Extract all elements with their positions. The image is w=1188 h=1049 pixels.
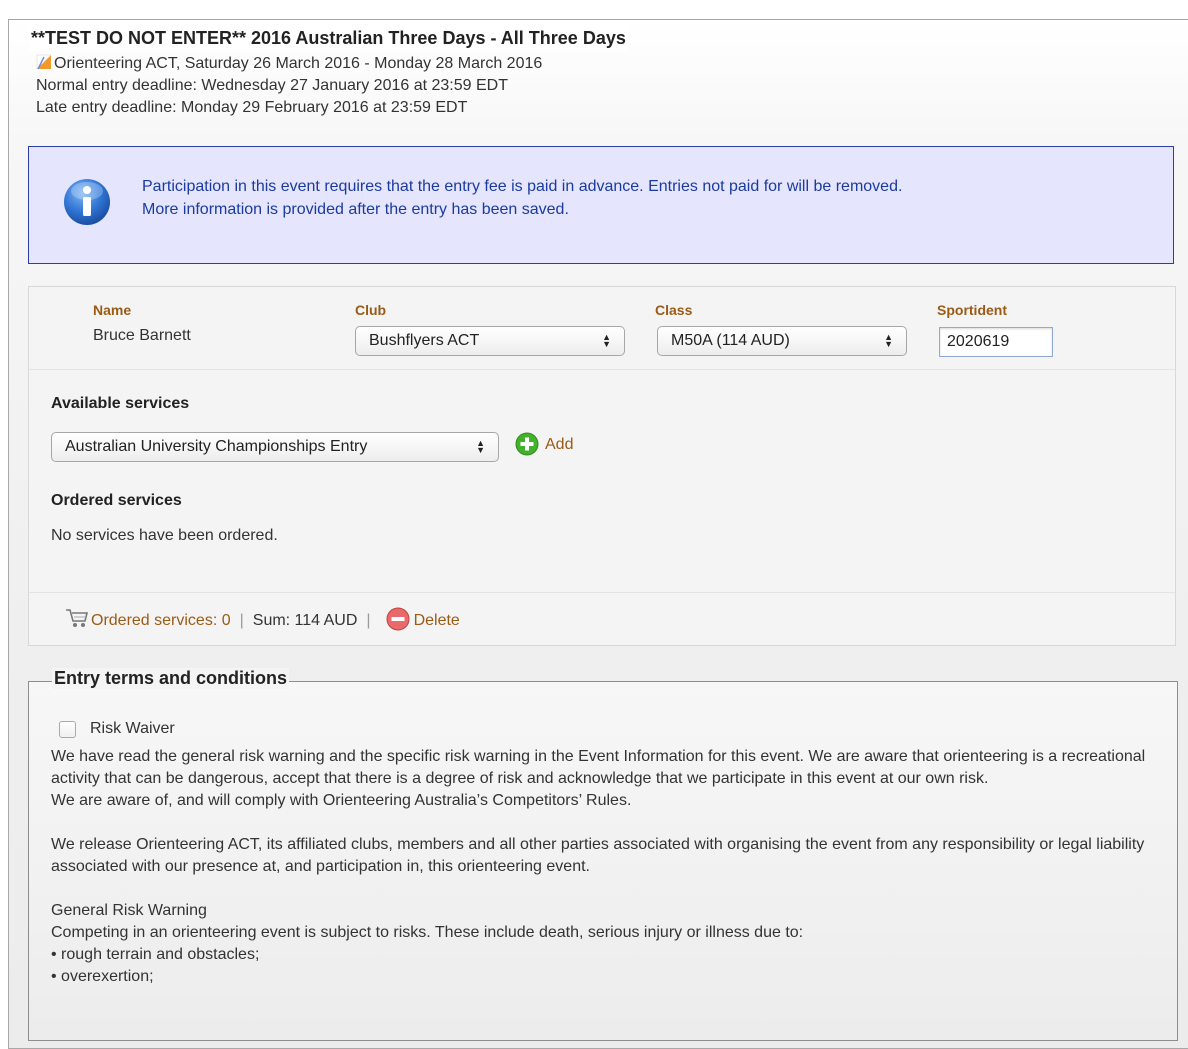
payment-info-box: Participation in this event requires tha… bbox=[28, 146, 1174, 264]
class-select[interactable]: M50A (114 AUD) ▲ ▼ bbox=[657, 326, 907, 356]
class-label: Class bbox=[655, 302, 693, 318]
organiser-text: Orienteering ACT, Saturday 26 March 2016… bbox=[54, 55, 543, 72]
info-line-2: More information is provided after the e… bbox=[142, 201, 569, 218]
risk-warning-heading: General Risk Warning bbox=[51, 902, 207, 919]
terms-paragraph: We have read the general risk warning an… bbox=[51, 748, 1146, 787]
available-services-heading: Available services bbox=[51, 395, 190, 412]
service-select[interactable]: Australian University Championships Entr… bbox=[51, 432, 499, 462]
terms-fieldset: Entry terms and conditions Risk Waiver W… bbox=[28, 668, 1178, 1041]
late-deadline: Late entry deadline: Monday 29 February … bbox=[36, 99, 468, 116]
delete-button[interactable]: Delete bbox=[380, 607, 460, 631]
risk-item: • rough terrain and obstacles; bbox=[51, 946, 260, 963]
divider bbox=[29, 369, 1175, 370]
event-meta: Orienteering ACT, Saturday 26 March 2016… bbox=[36, 53, 542, 119]
select-arrows-icon: ▲ ▼ bbox=[602, 332, 611, 349]
ordered-services-link[interactable]: Ordered services: 0 bbox=[91, 612, 231, 629]
class-select-value: M50A (114 AUD) bbox=[671, 332, 790, 349]
sportident-label: Sportident bbox=[937, 302, 1007, 318]
info-icon bbox=[64, 179, 110, 225]
club-select[interactable]: Bushflyers ACT ▲ ▼ bbox=[355, 326, 625, 356]
shopping-cart-icon bbox=[66, 609, 89, 627]
info-text: Participation in this event requires tha… bbox=[142, 175, 1152, 221]
entry-footer: Ordered services: 0 | Sum: 114 AUD | Delete bbox=[65, 607, 460, 631]
add-label: Add bbox=[545, 436, 574, 453]
divider bbox=[29, 592, 1175, 593]
ordered-services-heading: Ordered services bbox=[51, 492, 182, 509]
name-value: Bruce Barnett bbox=[93, 327, 191, 344]
info-line-1: Participation in this event requires tha… bbox=[142, 178, 903, 195]
select-arrows-icon: ▲ ▼ bbox=[476, 438, 485, 455]
terms-paragraph: We are aware of, and will comply with Or… bbox=[51, 792, 632, 809]
entry-panel: Name Bruce Barnett Club Bushflyers ACT ▲… bbox=[28, 286, 1176, 646]
risk-waiver-label[interactable]: Risk Waiver bbox=[90, 720, 175, 738]
separator: | bbox=[239, 612, 244, 629]
organiser-line: Orienteering ACT, Saturday 26 March 2016… bbox=[36, 53, 542, 75]
terms-body: We have read the general risk warning an… bbox=[51, 746, 1161, 988]
select-arrows-icon: ▲ ▼ bbox=[884, 332, 893, 349]
no-services-text: No services have been ordered. bbox=[51, 527, 278, 544]
club-label: Club bbox=[355, 302, 387, 318]
sportident-input[interactable]: 2020619 bbox=[939, 327, 1053, 357]
separator: | bbox=[366, 612, 371, 629]
delete-label: Delete bbox=[413, 612, 460, 629]
event-title: **TEST DO NOT ENTER** 2016 Australian Th… bbox=[29, 25, 628, 51]
minus-circle-icon bbox=[386, 607, 410, 631]
risk-waiver-checkbox[interactable] bbox=[59, 721, 76, 738]
risk-item: • overexertion; bbox=[51, 968, 154, 985]
orienteering-flag-icon bbox=[36, 54, 52, 70]
sum-text: Sum: 114 AUD bbox=[252, 612, 358, 629]
club-select-value: Bushflyers ACT bbox=[369, 332, 480, 349]
plus-circle-icon bbox=[515, 432, 539, 456]
risk-warning-intro: Competing in an orienteering event is su… bbox=[51, 924, 804, 941]
normal-deadline: Normal entry deadline: Wednesday 27 Janu… bbox=[36, 77, 508, 94]
service-select-value: Australian University Championships Entr… bbox=[65, 438, 368, 455]
terms-paragraph: We release Orienteering ACT, its affilia… bbox=[51, 836, 1145, 875]
name-label: Name bbox=[93, 302, 132, 318]
terms-title: Entry terms and conditions bbox=[52, 668, 290, 689]
